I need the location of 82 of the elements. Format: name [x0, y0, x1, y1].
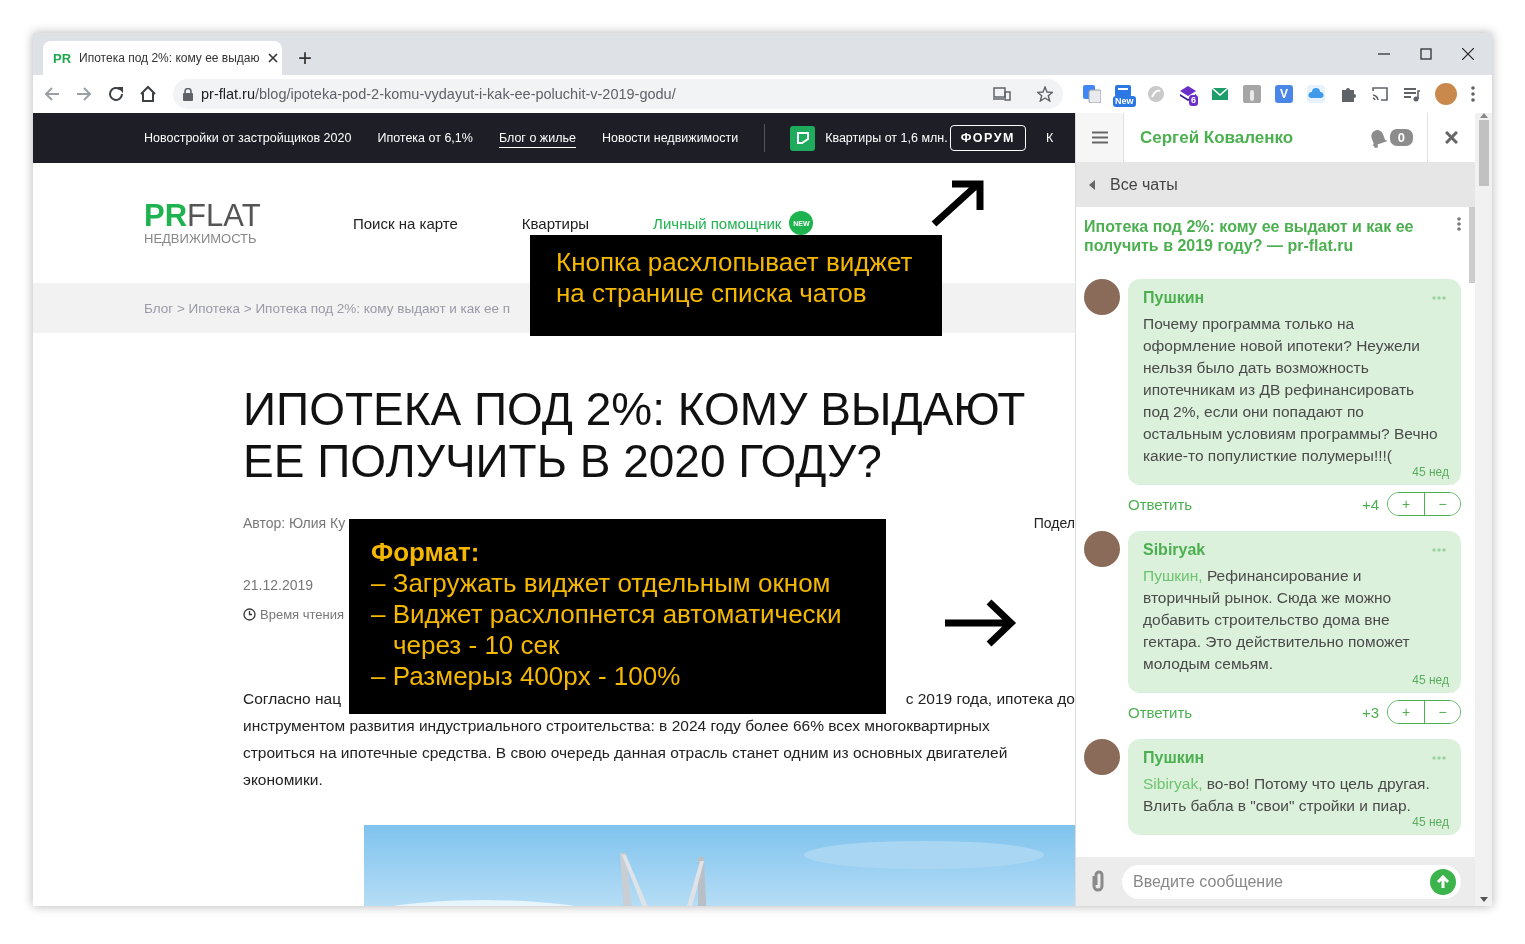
- back-button[interactable]: Все чаты: [1076, 163, 1475, 207]
- browser-tab[interactable]: PR Ипотека под 2%: кому ее выдаю: [43, 41, 282, 75]
- callout-item: – Загружать виджет отдельным окном: [371, 568, 832, 599]
- profile-avatar[interactable]: [1435, 83, 1457, 105]
- scrollbar-thumb[interactable]: [1478, 120, 1489, 186]
- forum-button[interactable]: ФОРУМ: [949, 125, 1026, 151]
- playlist-icon[interactable]: [1403, 85, 1421, 103]
- callout-text: Кнопка расхлопывает виджет на странице списка чатов: [556, 247, 914, 309]
- reload-icon[interactable]: [107, 85, 125, 103]
- paragraph-text: инструментом развития индустриального строительства: в 2024 году более 66% всех многоквартирных: [243, 716, 991, 736]
- message-text: Почему программа только на оформление новой ипотеки? Неужели нельзя было дать возможность ипотечникам из ДВ рефинансировать под 2%, если они попадают по остальным условиям программы? Вечно какие-то популисткие полумеры!!!(: [1143, 314, 1439, 466]
- vote-score: +3: [1361, 703, 1379, 721]
- count-badge: 6: [1189, 95, 1198, 106]
- promo-link[interactable]: Квартиры от 1,6 млн.: [825, 131, 948, 145]
- paragraph-text: Согласно нац: [243, 689, 342, 709]
- reading-time: Время чтения: [260, 607, 344, 622]
- menu-link[interactable]: Квартиры: [521, 214, 590, 232]
- lock-icon: [183, 87, 193, 101]
- message-time: 45 нед: [1412, 673, 1449, 687]
- nav-link[interactable]: Блог о жилье: [498, 128, 576, 148]
- avatar: [1084, 739, 1120, 775]
- cloud-icon: [1307, 85, 1325, 103]
- date-text: 21.12.2019: [243, 577, 314, 593]
- menu-link[interactable]: Поиск на карте: [353, 214, 458, 232]
- chat-title: Ипотека под 2%: кому ее выдают и как ее получить в 2019 году? — pr-flat.ru: [1084, 217, 1415, 255]
- more-icon[interactable]: [1471, 86, 1475, 102]
- nav-link[interactable]: Новостройки от застройщиков 2020: [144, 128, 352, 148]
- extensions-icon[interactable]: [1339, 85, 1357, 103]
- paragraph-text: экономики.: [243, 770, 324, 790]
- paragraph-text: с 2019 года, ипотека до: [905, 689, 1075, 709]
- scrollbar[interactable]: [1469, 207, 1475, 283]
- maximize-icon[interactable]: [1420, 48, 1432, 60]
- message-time: 45 нед: [1412, 465, 1449, 479]
- author-name: Пушкин: [1143, 288, 1205, 308]
- menu-button[interactable]: [1076, 113, 1124, 162]
- author-text: Автор: Юлия Ку: [243, 515, 346, 531]
- close-icon[interactable]: [1462, 48, 1474, 60]
- nav-link[interactable]: К: [1045, 131, 1054, 145]
- message-time: 45 нед: [1412, 815, 1449, 829]
- logo[interactable]: PRFLAT НЕДВИЖИМОСТЬ: [144, 200, 264, 246]
- extension-button[interactable]: V: [1275, 85, 1293, 103]
- menu-icon: [1091, 131, 1108, 144]
- home-icon[interactable]: [139, 85, 157, 103]
- count-badge: New: [1113, 96, 1136, 107]
- message-input[interactable]: Введите сообщение: [1122, 864, 1461, 899]
- scroll-up-icon[interactable]: [1479, 113, 1488, 118]
- author-name: Sibiryak: [1143, 540, 1206, 560]
- nav-link[interactable]: Новости недвижимости: [601, 128, 739, 148]
- nav-link[interactable]: Ипотека от 6,1%: [377, 128, 473, 148]
- message-text: Sibiryak, во-во! Потому что цель другая. Влить бабла в "свои" стройки и пиар.: [1143, 774, 1431, 816]
- avatar: [1084, 531, 1120, 567]
- close-icon: [1445, 131, 1458, 144]
- author-name: Пушкин: [1143, 748, 1205, 768]
- star-icon[interactable]: [1037, 86, 1053, 102]
- callout-item: – Виджет расхлопнется автоматически через - 10 сек: [371, 599, 843, 661]
- close-icon[interactable]: [267, 53, 278, 63]
- share-label: Подел: [1033, 515, 1075, 531]
- forward-icon[interactable]: [75, 85, 93, 103]
- message-text: Пушкин, Рефинансирование и вторичный рынок. Сюда же можно добавить строительство дома вне гектара. Это действительно поможет молодым семьям.: [1143, 566, 1411, 674]
- callout-item: – Размерыз 400px - 100%: [371, 661, 682, 692]
- arrow-up-icon: [1436, 874, 1450, 889]
- article-title: ИПОТЕКА ПОД 2%: КОМУ ВЫДАЮТ ЕЕ ПОЛУЧИТЬ В 2020 ГОДУ?: [243, 383, 1027, 487]
- sphere-icon: [1147, 85, 1165, 103]
- mail-icon: [1211, 85, 1229, 103]
- pointer-arrow: [930, 178, 986, 228]
- translate-icon: [1083, 85, 1101, 103]
- vote-score: +4: [1361, 495, 1379, 513]
- chevron-left-icon: [1088, 180, 1096, 190]
- back-icon[interactable]: [43, 85, 61, 103]
- more-icon[interactable]: [1457, 217, 1461, 231]
- address-bar[interactable]: pr-flat.ru/blog/ipoteka-pod-2-komu-vydayut-i-kak-ee-poluchit-v-2019-godu/: [173, 79, 1063, 109]
- newspaper-icon: [1115, 85, 1131, 97]
- paragraph-text: строиться на ипотечные средства. В свою очередь данная отрасль станет одним из основных двигателей: [243, 743, 1009, 763]
- install-app-icon[interactable]: [993, 87, 1011, 101]
- callout-heading: Формат:: [371, 537, 481, 568]
- scroll-down-icon[interactable]: [1479, 897, 1488, 902]
- new-tab-button[interactable]: +: [294, 45, 316, 71]
- user-name: Сергей Коваленко: [1140, 127, 1294, 148]
- cast-icon[interactable]: [1371, 85, 1389, 103]
- notification-count: 0: [1389, 129, 1413, 146]
- avatar: [1084, 279, 1120, 315]
- clock-icon: [243, 608, 256, 621]
